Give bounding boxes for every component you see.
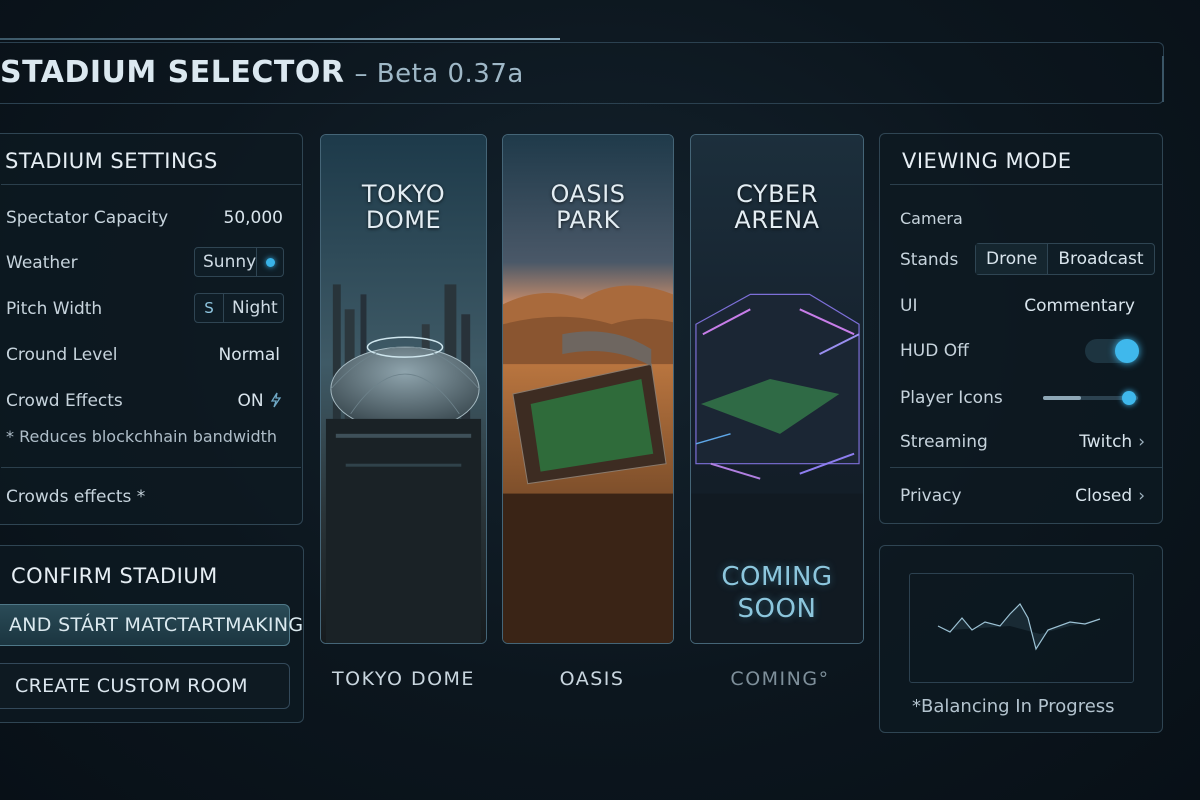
privacy-value: Closed bbox=[1075, 486, 1133, 506]
player-icons-label: Player Icons bbox=[900, 388, 1003, 408]
viewing-mode-title: VIEWING MODE bbox=[902, 149, 1072, 173]
chevron-right-icon: › bbox=[1138, 432, 1145, 452]
ground-level-value[interactable]: Normal bbox=[218, 345, 280, 365]
status-dot-icon bbox=[265, 257, 275, 267]
balancing-graph bbox=[909, 573, 1134, 683]
cyber-arena-title: CYBER ARENA bbox=[734, 180, 820, 234]
stadium-settings-panel: STADIUM SETTINGS Spectator Capacity 50,0… bbox=[0, 133, 303, 525]
page-title-text: STADIUM SELECTOR bbox=[0, 55, 345, 90]
hud-toggle-knob bbox=[1115, 339, 1139, 363]
settings-title-divider bbox=[1, 184, 301, 185]
oasis-caption: OASIS bbox=[559, 668, 625, 690]
weather-select[interactable]: Sunny bbox=[194, 247, 284, 277]
bandwidth-note: * Reduces blockchhain bandwidth bbox=[6, 427, 278, 446]
camera-mode-segmented-control[interactable]: Drone Broadcast bbox=[975, 243, 1155, 275]
pitch-width-label: Pitch Width bbox=[6, 299, 103, 319]
streaming-value: Twitch bbox=[1079, 432, 1133, 452]
confirm-stadium-title: CONFIRM STADIUM bbox=[11, 564, 218, 588]
player-icons-slider[interactable] bbox=[1043, 391, 1138, 405]
hud-label: HUD Off bbox=[900, 341, 969, 361]
lightning-icon bbox=[270, 392, 282, 408]
chevron-right-icon: › bbox=[1138, 486, 1145, 506]
page-title: STADIUM SELECTOR – Beta 0.37a bbox=[0, 55, 524, 90]
stadium-card-cyber-arena[interactable]: CYBER ARENA COMING SOON bbox=[690, 134, 864, 644]
stadium-card-tokyo-dome[interactable]: TOKYO DOME bbox=[320, 134, 487, 644]
stadium-settings-title: STADIUM SETTINGS bbox=[5, 149, 218, 173]
tokyo-dome-title: TOKYO DOME bbox=[361, 180, 446, 234]
header-frame-tick bbox=[1146, 56, 1164, 102]
ui-value[interactable]: Commentary bbox=[1024, 296, 1135, 316]
capacity-value[interactable]: 50,000 bbox=[224, 208, 283, 228]
crowds-effects-footer[interactable]: Crowds effects * bbox=[6, 487, 145, 507]
crowd-effects-value: ON bbox=[237, 391, 264, 411]
camera-option-drone[interactable]: Drone bbox=[976, 244, 1048, 274]
balancing-waveform bbox=[937, 603, 1101, 651]
weather-value: Sunny bbox=[203, 252, 257, 272]
crowd-effects-toggle[interactable]: ON bbox=[237, 391, 283, 411]
version-label: – Beta 0.37a bbox=[354, 59, 524, 89]
streaming-select[interactable]: Twitch › bbox=[1079, 432, 1145, 452]
stands-label: Stands bbox=[900, 250, 959, 270]
viewing-footer-divider bbox=[890, 467, 1162, 468]
start-matchmaking-button[interactable]: AND STÁRT MATCTARTMAKING bbox=[0, 604, 303, 646]
capacity-label: Spectator Capacity bbox=[6, 208, 169, 228]
player-icons-slider-fill bbox=[1043, 396, 1081, 400]
privacy-select[interactable]: Closed › bbox=[1075, 486, 1145, 506]
hud-toggle[interactable] bbox=[1085, 339, 1139, 363]
streaming-label: Streaming bbox=[900, 432, 988, 452]
oasis-park-title: OASIS PARK bbox=[550, 180, 626, 234]
viewing-mode-panel: VIEWING MODE Camera Stands Drone Broadca… bbox=[879, 133, 1163, 524]
cyber-arena-caption: COMING° bbox=[730, 668, 830, 690]
viewing-title-divider bbox=[890, 184, 1162, 185]
privacy-label: Privacy bbox=[900, 486, 962, 506]
header-accent-line bbox=[0, 38, 560, 40]
pitch-s-icon: S bbox=[204, 299, 214, 317]
ui-label: UI bbox=[900, 296, 918, 316]
settings-footer-divider bbox=[1, 467, 301, 468]
player-icons-slider-knob[interactable] bbox=[1121, 391, 1136, 405]
coming-soon-overlay: COMING SOON bbox=[721, 562, 833, 624]
create-custom-room-button[interactable]: CREATE CUSTOM ROOM bbox=[0, 663, 290, 709]
tokyo-dome-caption: TOKYO DOME bbox=[332, 668, 475, 690]
crowd-effects-label: Crowd Effects bbox=[6, 391, 123, 411]
balancing-caption: *Balancing In Progress bbox=[912, 696, 1115, 717]
pitch-width-select[interactable]: S Night bbox=[194, 293, 284, 323]
pitch-width-value: Night bbox=[232, 298, 278, 318]
camera-label: Camera bbox=[900, 209, 963, 228]
weather-label: Weather bbox=[6, 253, 78, 273]
stadium-card-oasis-park[interactable]: OASIS PARK bbox=[502, 134, 674, 644]
ground-level-label: Cround Level bbox=[6, 345, 118, 365]
camera-option-broadcast[interactable]: Broadcast bbox=[1047, 244, 1153, 274]
